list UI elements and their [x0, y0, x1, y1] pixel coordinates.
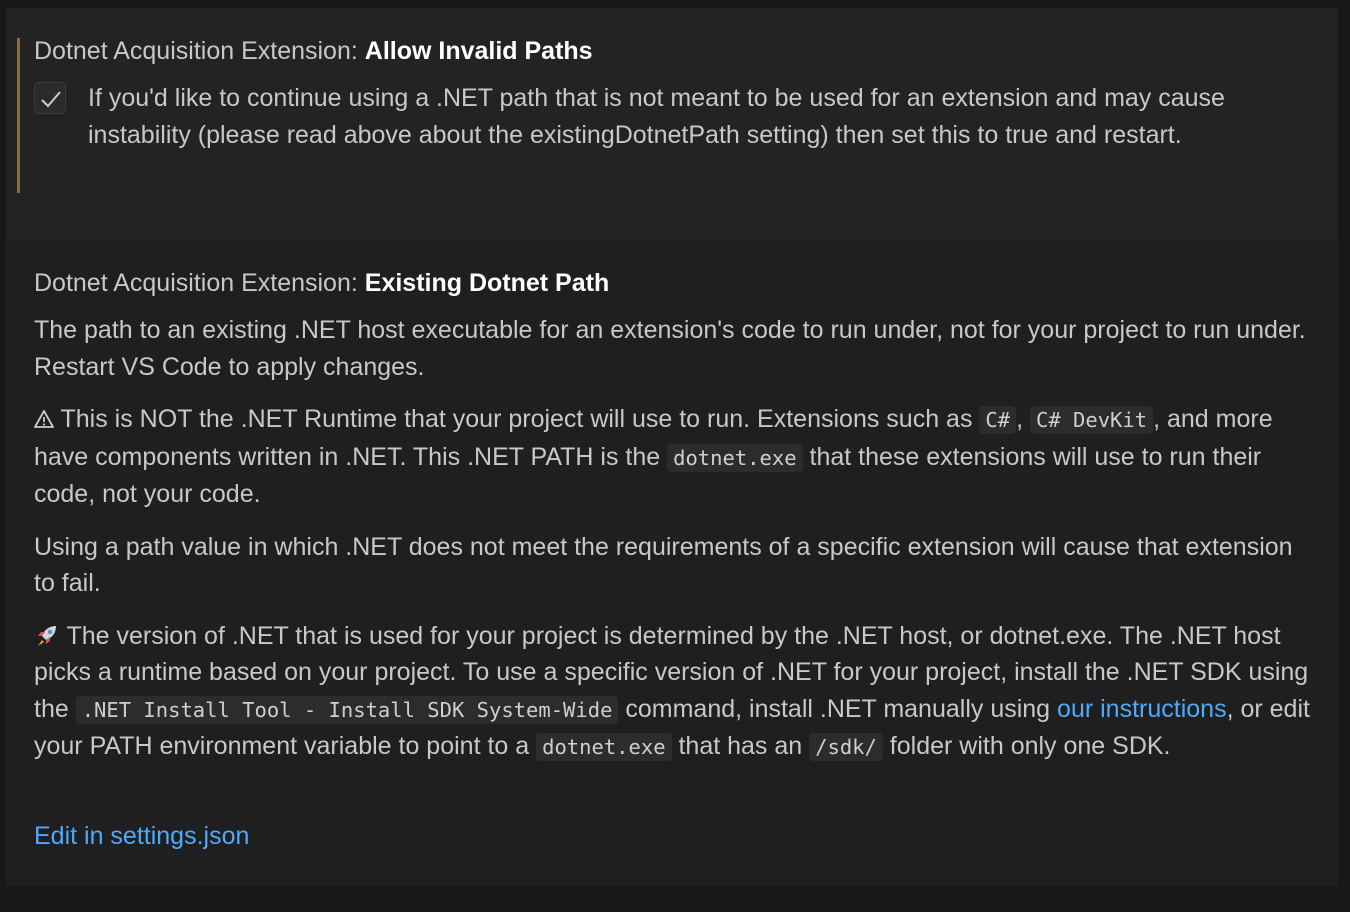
setting-name: Existing Dotnet Path — [364, 269, 610, 297]
setting-category: Dotnet Acquisition Extension: — [34, 37, 358, 65]
check-icon — [41, 91, 61, 108]
description-paragraph: The path to an existing .NET host execut… — [34, 316, 1306, 381]
inline-code: C# DevKit — [1030, 406, 1154, 434]
description-paragraph: The version of .NET that is used for you… — [34, 621, 1310, 761]
inline-code: dotnet.exe — [667, 443, 803, 472]
inline-code: /sdk/ — [809, 733, 883, 761]
warning-icon — [34, 405, 61, 433]
our-instructions-link[interactable]: our instructions — [1057, 695, 1227, 723]
inline-code: .NET Install Tool - Install SDK System-W… — [75, 695, 619, 724]
setting-name: Allow Invalid Paths — [364, 37, 593, 65]
allow-invalid-paths-checkbox[interactable] — [34, 82, 66, 114]
inline-code: dotnet.exe — [536, 733, 672, 761]
setting-category: Dotnet Acquisition Extension: — [34, 269, 358, 297]
setting-description: If you'd like to continue using a .NET p… — [88, 84, 1225, 149]
setting-title: Dotnet Acquisition Extension: Allow Inva… — [34, 35, 593, 67]
rocket-icon — [34, 622, 67, 650]
modified-indicator — [17, 38, 20, 193]
settings-list: Dotnet Acquisition Extension: Allow Inva… — [6, 8, 1338, 886]
setting-title: Dotnet Acquisition Extension: Existing D… — [34, 267, 609, 299]
setting-existing-dotnet-path: Dotnet Acquisition Extension: Existing D… — [6, 240, 1338, 886]
inline-code: C# — [979, 406, 1017, 434]
description-paragraph: Using a path value in which .NET does no… — [34, 532, 1293, 598]
setting-description: The path to an existing .NET host execut… — [34, 312, 1314, 782]
edit-in-settings-json-link[interactable]: Edit in settings.json — [34, 820, 249, 852]
description-paragraph: This is NOT the .NET Runtime that your p… — [34, 405, 1273, 508]
setting-allow-invalid-paths: Dotnet Acquisition Extension: Allow Inva… — [6, 8, 1338, 240]
